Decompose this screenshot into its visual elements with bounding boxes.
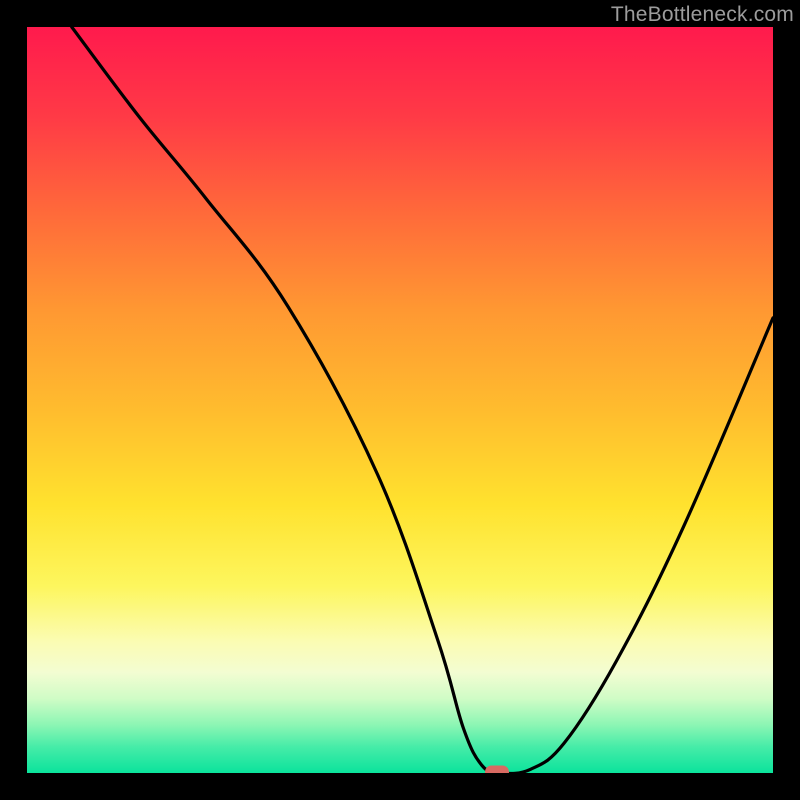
optimum-marker-pill [485, 766, 509, 774]
watermark-label: TheBottleneck.com [611, 3, 794, 27]
plot-area [27, 27, 773, 773]
chart-frame: TheBottleneck.com [0, 0, 800, 800]
heat-gradient-background [27, 27, 773, 773]
